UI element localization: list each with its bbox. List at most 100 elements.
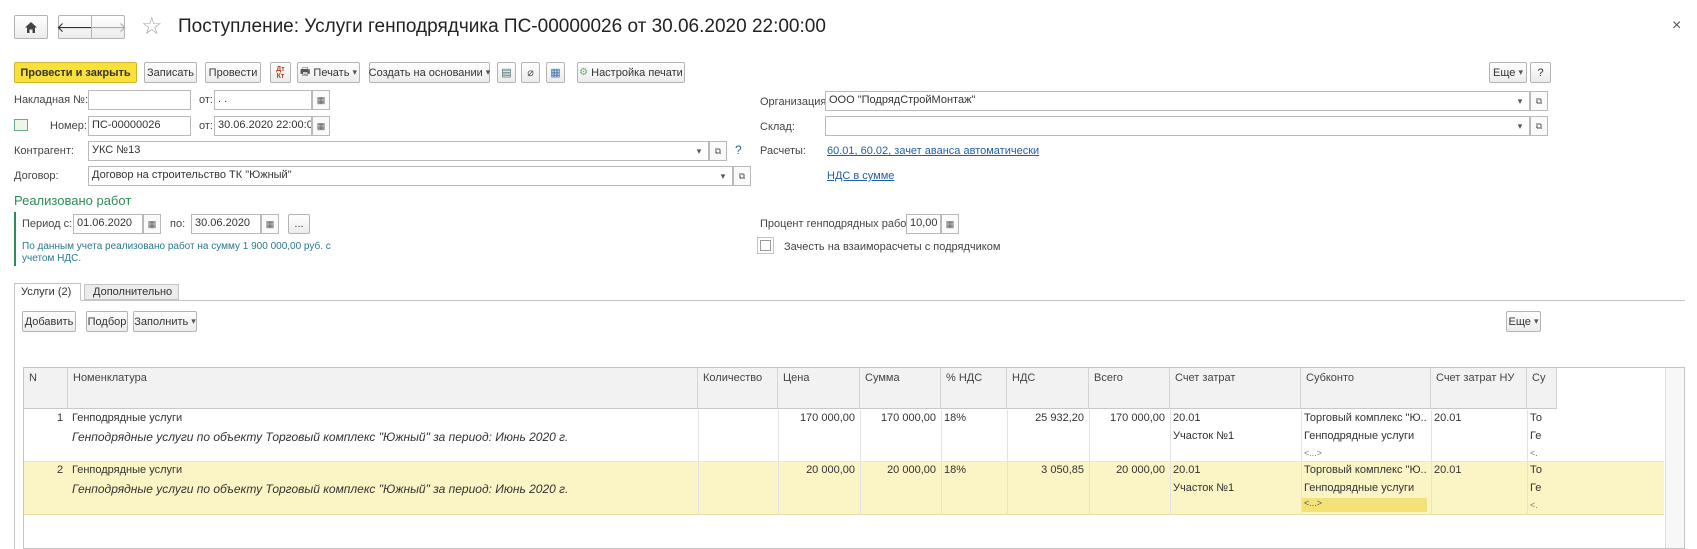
- tab-services[interactable]: Услуги (2): [14, 283, 81, 301]
- report-icon: ▦: [550, 67, 561, 79]
- column-header-subconto[interactable]: Субконто: [1301, 368, 1431, 409]
- tab-additional[interactable]: Дополнительно: [84, 284, 179, 300]
- close-icon[interactable]: ×: [1672, 17, 1681, 35]
- number-date-field[interactable]: 30.06.2020 22:00:00: [214, 116, 312, 136]
- price-cell: 170 000,00: [799, 412, 855, 424]
- percent-field[interactable]: 10,00: [906, 214, 941, 234]
- dt-kt-button[interactable]: Дт Кт: [270, 62, 291, 83]
- dt-kt-icon: Дт Кт: [276, 65, 285, 80]
- help-button[interactable]: ?: [1530, 62, 1551, 83]
- organization-field[interactable]: ООО "ПодрядСтройМонтаж": [825, 91, 1530, 111]
- table-row[interactable]: 1 Генподрядные услуги Генподрядные услуг…: [24, 410, 1664, 462]
- period-from-field[interactable]: 01.06.2020: [73, 214, 143, 234]
- chevron-down-icon: ▾: [1517, 120, 1523, 131]
- table-more-button[interactable]: Еще: [1506, 311, 1541, 332]
- services-table[interactable]: N Номенклатура Количество Цена Сумма % Н…: [23, 367, 1685, 549]
- save-button[interactable]: Записать: [144, 62, 197, 83]
- chevron-down-icon: ▾: [720, 170, 726, 181]
- contract-open-button[interactable]: ⧉: [733, 166, 751, 186]
- column-header-vat[interactable]: НДС: [1007, 368, 1089, 409]
- contract-field[interactable]: Договор на строительство ТК "Южный": [88, 166, 733, 186]
- fill-button[interactable]: Заполнить: [133, 311, 197, 332]
- invoice-number-field[interactable]: [88, 90, 191, 110]
- table-row[interactable]: 2 Генподрядные услуги Генподрядные услуг…: [24, 462, 1664, 515]
- offset-checkbox[interactable]: [757, 237, 774, 254]
- cost-account-sub-cell: Участок №1: [1173, 430, 1235, 442]
- open-form-icon: ⧉: [738, 170, 746, 181]
- post-button[interactable]: Провести: [205, 62, 261, 83]
- create-based-on-button[interactable]: Создать на основании: [369, 62, 490, 83]
- column-header-subconto-nu[interactable]: Су: [1527, 368, 1557, 409]
- print-settings-button[interactable]: ⚙ Настройка печати: [577, 62, 685, 83]
- counterparty-dropdown-button[interactable]: ▾: [690, 141, 708, 161]
- tab-additional-label: Дополнительно: [93, 286, 173, 298]
- document-button[interactable]: ▤: [497, 62, 516, 83]
- create-based-on-label: Создать на основании: [368, 66, 483, 79]
- vat-mode-link[interactable]: НДС в сумме: [827, 170, 894, 182]
- period-to-label: по:: [170, 218, 186, 230]
- warehouse-field[interactable]: [825, 116, 1530, 136]
- period-from-calendar-button[interactable]: ▦: [143, 214, 161, 234]
- column-header-nomenclature[interactable]: Номенклатура: [68, 368, 698, 409]
- post-and-close-button[interactable]: Провести и закрыть: [14, 62, 137, 83]
- attach-button[interactable]: ⌀: [521, 62, 540, 83]
- sum-cell: 170 000,00: [880, 412, 936, 424]
- works-info-line2: учетом НДС.: [22, 253, 82, 264]
- warehouse-label: Склад:: [760, 121, 795, 133]
- works-section-bar: [14, 212, 16, 266]
- subconto3-cell: <...>: [1304, 448, 1323, 458]
- counterparty-open-button[interactable]: ⧉: [709, 141, 727, 161]
- contract-dropdown-button[interactable]: ▾: [714, 166, 732, 186]
- invoice-date-field[interactable]: . .: [214, 90, 312, 110]
- number-field[interactable]: ПС-00000026: [88, 116, 191, 136]
- description-cell: Генподрядные услуги по объекту Торговый …: [72, 482, 569, 496]
- tab-panel-border-left: [14, 300, 15, 549]
- column-header-n[interactable]: N: [24, 368, 68, 409]
- add-row-button[interactable]: Добавить: [22, 311, 76, 332]
- number-calendar-button[interactable]: ▦: [312, 116, 330, 136]
- favorite-star-icon[interactable]: ☆: [141, 13, 163, 41]
- warehouse-dropdown-button[interactable]: ▾: [1511, 116, 1529, 136]
- more-button[interactable]: Еще: [1489, 62, 1527, 83]
- vat-rate-cell: 18%: [944, 412, 967, 424]
- counterparty-help-icon[interactable]: ?: [735, 143, 742, 157]
- print-button[interactable]: 🖶 Печать: [297, 62, 360, 83]
- column-header-quantity[interactable]: Количество: [698, 368, 778, 409]
- percent-calculator-button[interactable]: ▦: [941, 214, 959, 234]
- subconto3-cell[interactable]: <...>: [1301, 498, 1427, 512]
- warehouse-open-button[interactable]: ⧉: [1530, 116, 1548, 136]
- column-header-cost-account-nu[interactable]: Счет затрат НУ: [1431, 368, 1527, 409]
- column-header-sum[interactable]: Сумма: [860, 368, 941, 409]
- total-cell: 170 000,00: [1109, 412, 1165, 424]
- organization-label: Организация:: [760, 96, 830, 108]
- column-header-cost-account[interactable]: Счет затрат: [1170, 368, 1301, 409]
- grid-line: [1007, 410, 1008, 515]
- invoice-calendar-button[interactable]: ▦: [312, 90, 330, 110]
- counterparty-label: Контрагент:: [14, 145, 74, 157]
- forward-button[interactable]: 🡒: [89, 15, 127, 39]
- period-select-button[interactable]: ...: [288, 214, 310, 234]
- column-header-vat-rate[interactable]: % НДС: [941, 368, 1007, 409]
- settlements-link[interactable]: 60.01, 60.02, зачет аванса автоматически: [827, 145, 1039, 157]
- calendar-icon: ▦: [316, 94, 326, 105]
- subconto1-cell: Торговый комплекс "Ю...: [1304, 464, 1426, 476]
- organization-dropdown-button[interactable]: ▾: [1511, 91, 1529, 111]
- printer-icon: 🖶: [300, 66, 311, 78]
- tab-services-label: Услуги (2): [21, 286, 72, 298]
- column-header-total[interactable]: Всего: [1089, 368, 1170, 409]
- open-form-icon: ⧉: [714, 145, 722, 156]
- report-button[interactable]: ▦: [546, 62, 565, 83]
- period-to-calendar-button[interactable]: ▦: [261, 214, 279, 234]
- column-header-price[interactable]: Цена: [778, 368, 860, 409]
- organization-open-button[interactable]: ⧉: [1530, 91, 1548, 111]
- home-icon: [25, 21, 37, 33]
- row-number: 2: [57, 464, 64, 476]
- counterparty-field[interactable]: УКС №13: [88, 141, 709, 161]
- scrollbar-track[interactable]: [1665, 368, 1684, 548]
- home-button[interactable]: [14, 15, 48, 39]
- nomenclature-cell: Генподрядные услуги: [72, 464, 183, 476]
- total-cell: 20 000,00: [1116, 464, 1165, 476]
- period-to-field[interactable]: 30.06.2020: [191, 214, 261, 234]
- back-button[interactable]: 🡐: [56, 15, 94, 39]
- selection-button[interactable]: Подбор: [86, 311, 128, 332]
